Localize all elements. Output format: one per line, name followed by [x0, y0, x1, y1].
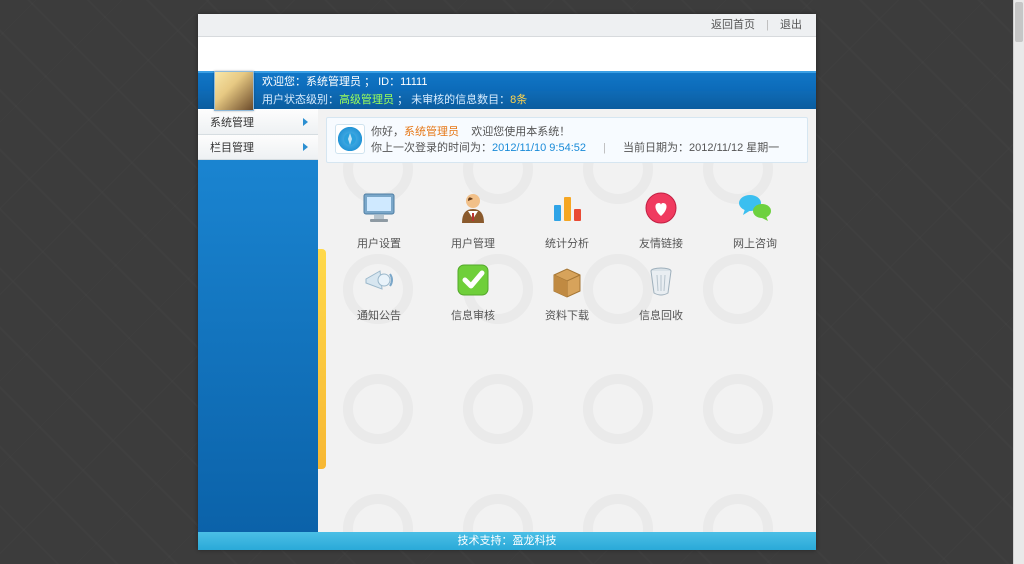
chat-bubbles-icon [736, 189, 774, 227]
main-panel: 你好，系统管理员 欢迎您使用本系统！ 你上一次登录的时间为：2012/11/10… [318, 109, 816, 532]
today-label: 当前日期为： [623, 142, 689, 154]
chevron-right-icon [303, 118, 308, 126]
pending-label: 未审核的信息数目： [411, 94, 510, 106]
hello-role: 系统管理员 [404, 126, 459, 138]
last-login-label: 你上一次登录的时间为： [371, 142, 492, 154]
sidebar-item-columns[interactable]: 栏目管理 [198, 135, 318, 160]
tile-label: 网上咨询 [733, 235, 777, 251]
monitor-icon [360, 189, 398, 227]
welcome-system-text: 欢迎您使用本系统！ [471, 126, 570, 138]
top-bar: 返回首页 | 退出 [198, 14, 816, 37]
logo-area [198, 37, 816, 71]
tile-label: 用户设置 [357, 235, 401, 251]
id-value: 11111 [400, 76, 427, 88]
tech-label: 技术支持： [458, 535, 513, 547]
pending-count: 8条 [510, 94, 527, 106]
home-link[interactable]: 返回首页 [711, 19, 755, 31]
tile-friend-link[interactable]: 友情链接 [616, 189, 706, 251]
sidebar-item-label: 栏目管理 [210, 139, 254, 155]
welcome-role: 系统管理员 [306, 76, 361, 88]
sidebar-item-system[interactable]: 系统管理 [198, 109, 318, 135]
tile-label: 通知公告 [357, 307, 401, 323]
id-label: ID： [378, 76, 400, 88]
page-scrollbar[interactable] [1013, 0, 1024, 564]
tile-notice[interactable]: 通知公告 [334, 261, 424, 323]
tile-label: 资料下载 [545, 307, 589, 323]
heart-icon [642, 189, 680, 227]
tile-download[interactable]: 资料下载 [522, 261, 612, 323]
check-icon [454, 261, 492, 299]
admin-window: 返回首页 | 退出 欢迎您：系统管理员 ； ID：11111 用户状态级别：高级… [198, 14, 816, 550]
tile-label: 用户管理 [451, 235, 495, 251]
tile-audit[interactable]: 信息审核 [428, 261, 518, 323]
scrollbar-thumb[interactable] [1015, 2, 1023, 42]
chevron-right-icon [303, 143, 308, 151]
tile-label: 友情链接 [639, 235, 683, 251]
tile-user-manage[interactable]: 用户管理 [428, 189, 518, 251]
tile-stats[interactable]: 统计分析 [522, 189, 612, 251]
today-value: 2012/11/12 星期一 [689, 142, 779, 154]
footer-bar: 技术支持：盈龙科技 [198, 532, 816, 550]
divider: | [603, 142, 606, 154]
box-icon [548, 261, 586, 299]
header-bands: 欢迎您：系统管理员 ； ID：11111 用户状态级别：高级管理员 ； 未审核的… [198, 71, 816, 109]
tile-user-settings[interactable]: 用户设置 [334, 189, 424, 251]
tile-label: 信息审核 [451, 307, 495, 323]
sidebar-item-label: 系统管理 [210, 114, 254, 130]
welcome-sep: ； [364, 76, 378, 88]
status-level: 高级管理员 [339, 94, 394, 106]
hello-text: 你好， [371, 126, 404, 138]
welcome-prefix: 欢迎您： [262, 76, 306, 88]
status-band: 用户状态级别：高级管理员 ； 未审核的信息数目：8条 [198, 91, 816, 109]
tech-company: 盈龙科技 [513, 535, 557, 547]
welcome-band: 欢迎您：系统管理员 ； ID：11111 [198, 73, 816, 91]
tile-grid: 用户设置 用户管理 统计分析 [326, 163, 808, 333]
tile-recycle[interactable]: 信息回收 [616, 261, 706, 323]
person-icon [454, 189, 492, 227]
status-sep: ； [397, 94, 411, 106]
info-box: 你好，系统管理员 欢迎您使用本系统！ 你上一次登录的时间为：2012/11/10… [326, 117, 808, 163]
tile-label: 信息回收 [639, 307, 683, 323]
tile-online-consult[interactable]: 网上咨询 [710, 189, 800, 251]
tile-label: 统计分析 [545, 235, 589, 251]
trash-icon [642, 261, 680, 299]
system-logo-icon [335, 124, 365, 154]
status-prefix: 用户状态级别： [262, 94, 339, 106]
avatar [214, 71, 254, 111]
last-login-time: 2012/11/10 9:54:52 [492, 142, 586, 154]
bar-chart-icon [548, 189, 586, 227]
separator: | [766, 19, 769, 31]
megaphone-icon [360, 261, 398, 299]
logout-link[interactable]: 退出 [780, 19, 802, 31]
sidebar: 系统管理 栏目管理 [198, 109, 318, 532]
